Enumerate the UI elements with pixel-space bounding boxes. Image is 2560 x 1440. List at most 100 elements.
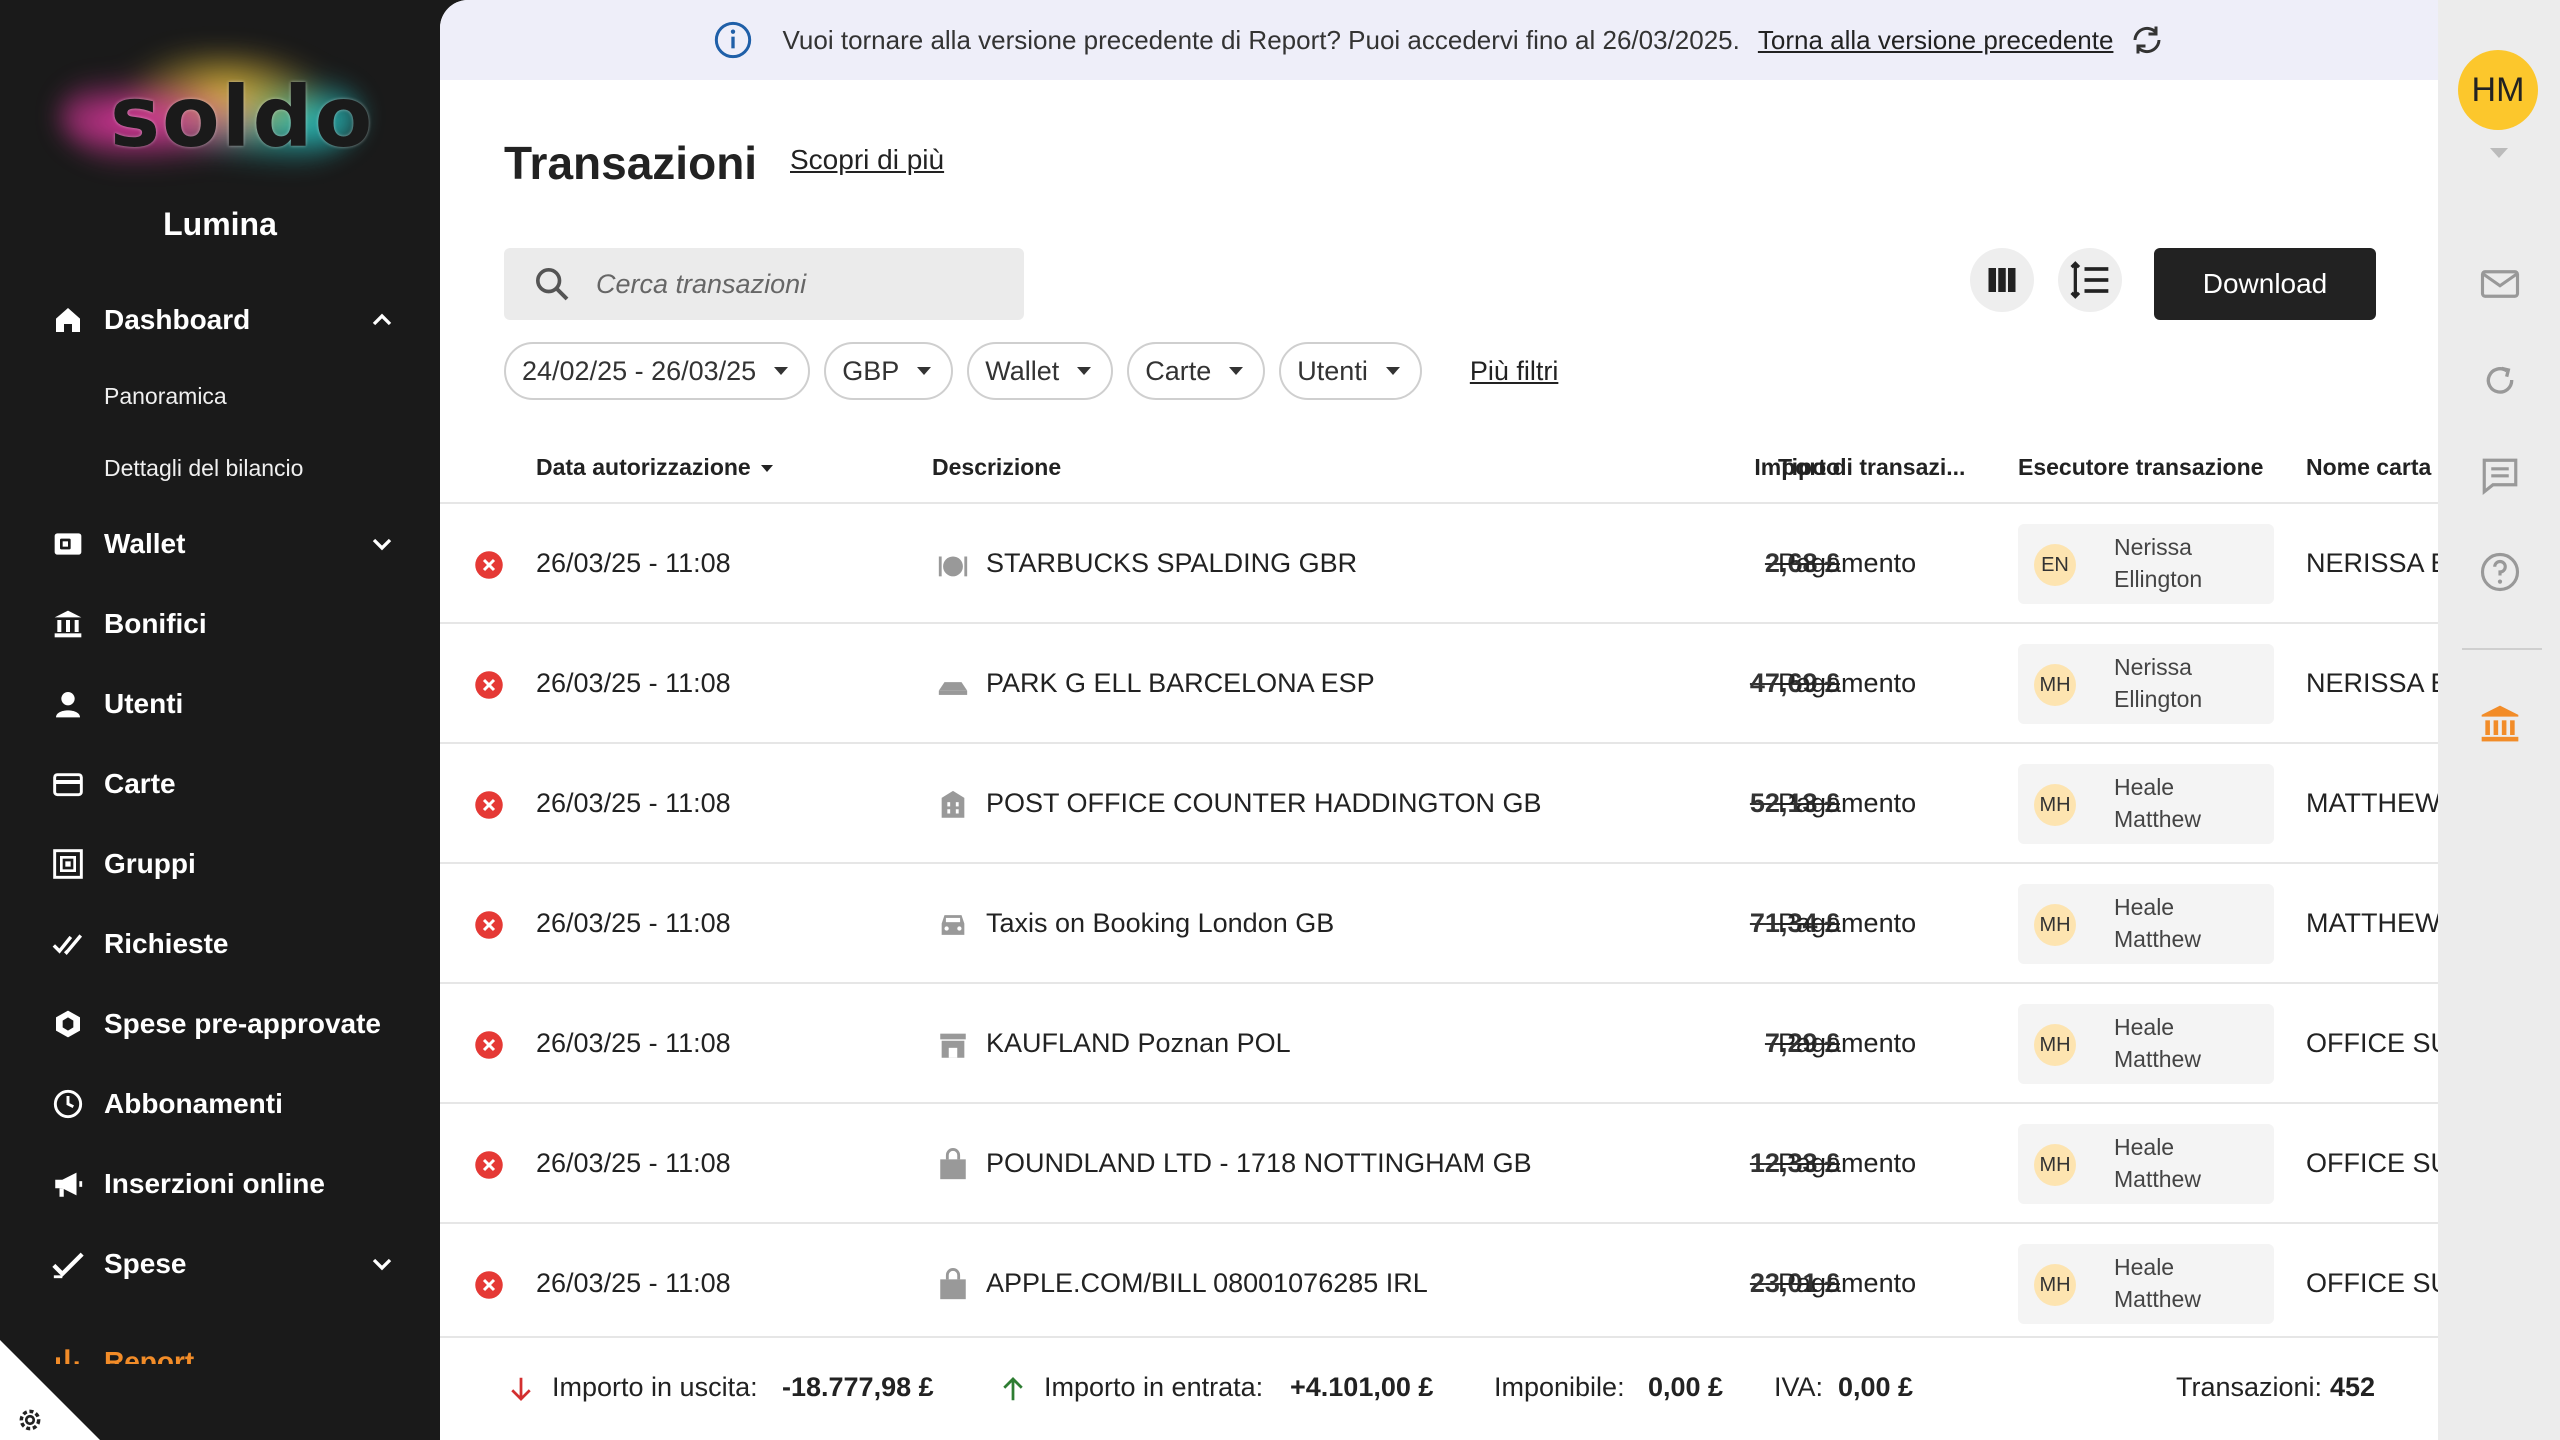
transaction-date: 26/03/25 - 11:08 [536, 788, 731, 818]
gear-icon[interactable] [14, 1404, 46, 1436]
executor-last-name: Ellington [2114, 566, 2203, 592]
executor-chip[interactable]: MH Heale Matthew [2018, 764, 2274, 844]
declined-status-icon [475, 551, 503, 579]
executor-last-name: Matthew [2114, 1166, 2201, 1192]
card-name: OFFICE SUI [2306, 1028, 2438, 1058]
caret-down-icon [1385, 367, 1400, 375]
executor-first-name: Heale [2114, 894, 2175, 920]
sidebar-item-abbonamenti[interactable]: Abbonamenti [0, 1064, 440, 1144]
transaction-type: Pagamento [1778, 908, 1917, 938]
row-density-button[interactable] [2058, 248, 2122, 312]
sidebar-item-label: Spese pre-approvate [104, 1008, 381, 1039]
transaction-type: Pagamento [1778, 1028, 1917, 1058]
sidebar-item-carte[interactable]: Carte [0, 744, 440, 824]
columns-button[interactable] [1970, 248, 2034, 312]
bank-icon[interactable] [2478, 702, 2522, 746]
user-icon [50, 686, 86, 722]
sidebar-item-balance-details[interactable]: Dettagli del bilancio [0, 432, 440, 504]
banner-text: Vuoi tornare alla versione precedente di… [782, 24, 1740, 55]
arrow-up-icon [1003, 1377, 1023, 1401]
declined-status-icon [475, 1031, 503, 1059]
caret-down-icon[interactable] [2490, 148, 2508, 158]
sidebar-item-spese[interactable]: Spese [0, 1224, 440, 1304]
column-header-date[interactable]: Data autorizzazione [536, 454, 773, 481]
sidebar-item-dashboard[interactable]: Dashboard [0, 280, 440, 360]
executor-avatar: MH [2034, 1264, 2076, 1306]
soldo-logo[interactable]: soldo [50, 40, 390, 190]
executor-chip[interactable]: MH Heale Matthew [2018, 1124, 2274, 1204]
executor-avatar: MH [2034, 904, 2076, 946]
column-header-card[interactable]: Nome carta [2306, 454, 2431, 481]
sidebar-item-online-ads[interactable]: Inserzioni online [0, 1144, 440, 1224]
wallet-filter[interactable]: Wallet [967, 342, 1114, 400]
declined-status-icon [475, 791, 503, 819]
transaction-date: 26/03/25 - 11:08 [536, 1148, 731, 1178]
shopping-bag-icon [936, 1148, 970, 1182]
transaction-type: Pagamento [1778, 1148, 1917, 1178]
cards-filter[interactable]: Carte [1127, 342, 1266, 400]
sidebar-item-preapproved[interactable]: Spese pre-approvate [0, 984, 440, 1064]
settings-corner[interactable] [0, 1340, 100, 1440]
download-button[interactable]: Download [2154, 248, 2376, 320]
executor-avatar: MH [2034, 664, 2076, 706]
table-row[interactable]: 26/03/25 - 11:08 KAUFLAND Poznan POL 7,2… [440, 984, 2438, 1104]
executor-last-name: Ellington [2114, 686, 2203, 712]
caret-down-icon [1077, 367, 1092, 375]
transaction-type: Pagamento [1778, 668, 1917, 698]
chat-icon[interactable] [2478, 454, 2522, 498]
column-header-type[interactable]: Tipo di transazi... [1778, 454, 1965, 481]
help-icon[interactable] [2478, 550, 2522, 594]
executor-chip[interactable]: MH Nerissa Ellington [2018, 644, 2274, 724]
more-filters-link[interactable]: Più filtri [1470, 356, 1559, 387]
executor-chip[interactable]: EN Nerissa Ellington [2018, 524, 2274, 604]
filter-label: Wallet [985, 355, 1060, 386]
card-name: MATTHEW [2306, 908, 2438, 938]
search-input[interactable] [596, 268, 996, 300]
sidebar-item-bonifici[interactable]: Bonifici [0, 584, 440, 664]
chevron-down-icon[interactable] [366, 1248, 398, 1280]
currency-filter[interactable]: GBP [824, 342, 954, 400]
sidebar-item-richieste[interactable]: Richieste [0, 904, 440, 984]
executor-chip[interactable]: MH Heale Matthew [2018, 884, 2274, 964]
column-header-description[interactable]: Descrizione [932, 454, 1061, 481]
search-box[interactable] [504, 248, 1024, 320]
groups-icon [50, 846, 86, 882]
mail-icon[interactable] [2478, 262, 2522, 306]
users-filter[interactable]: Utenti [1279, 342, 1422, 400]
refresh-icon[interactable] [2478, 358, 2522, 402]
sidebar-item-label: Report [104, 1346, 195, 1364]
main-content: Vuoi tornare alla versione precedente di… [440, 0, 2438, 1440]
executor-chip[interactable]: MH Heale Matthew [2018, 1244, 2274, 1324]
table-row[interactable]: 26/03/25 - 11:08 STARBUCKS SPALDING GBR … [440, 504, 2438, 624]
logo-text: soldo [110, 68, 375, 166]
sidebar-item-wallet[interactable]: Wallet [0, 504, 440, 584]
refresh-icon[interactable] [2129, 22, 2165, 58]
restaurant-icon [936, 548, 970, 582]
table-row[interactable]: 26/03/25 - 11:08 APPLE.COM/BILL 08001076… [440, 1224, 2438, 1344]
table-row[interactable]: 26/03/25 - 11:08 POST OFFICE COUNTER HAD… [440, 744, 2438, 864]
search-icon [536, 268, 569, 301]
chevron-down-icon[interactable] [366, 528, 398, 560]
sidebar-item-panoramica[interactable]: Panoramica [0, 360, 440, 432]
user-avatar[interactable]: HM [2458, 50, 2538, 130]
column-header-executor[interactable]: Esecutore transazione [2018, 454, 2263, 481]
date-range-filter[interactable]: 24/02/25 - 26/03/25 [504, 342, 811, 400]
car-icon [936, 908, 970, 942]
previous-version-link[interactable]: Torna alla versione precedente [1758, 25, 2114, 56]
sidebar-item-label: Richieste [104, 928, 229, 959]
table-row[interactable]: 26/03/25 - 11:08 Taxis on Booking London… [440, 864, 2438, 984]
sidebar-nav: Dashboard Panoramica Dettagli del bilanc… [0, 280, 440, 1364]
transaction-description: APPLE.COM/BILL 08001076285 IRL [986, 1268, 1428, 1298]
arrow-down-icon [511, 1377, 531, 1401]
table-row[interactable]: 26/03/25 - 11:08 POUNDLAND LTD - 1718 NO… [440, 1104, 2438, 1224]
learn-more-link[interactable]: Scopri di più [790, 144, 944, 176]
transaction-description: PARK G ELL BARCELONA ESP [986, 668, 1375, 698]
table-row[interactable]: 26/03/25 - 11:08 PARK G ELL BARCELONA ES… [440, 624, 2438, 744]
executor-avatar: EN [2034, 544, 2076, 586]
sidebar-item-gruppi[interactable]: Gruppi [0, 824, 440, 904]
sort-down-icon [760, 465, 773, 473]
sidebar: soldo Lumina Dashboard Panoramica Dettag… [0, 0, 440, 1440]
chevron-up-icon[interactable] [366, 304, 398, 336]
sidebar-item-utenti[interactable]: Utenti [0, 664, 440, 744]
executor-chip[interactable]: MH Heale Matthew [2018, 1004, 2274, 1084]
